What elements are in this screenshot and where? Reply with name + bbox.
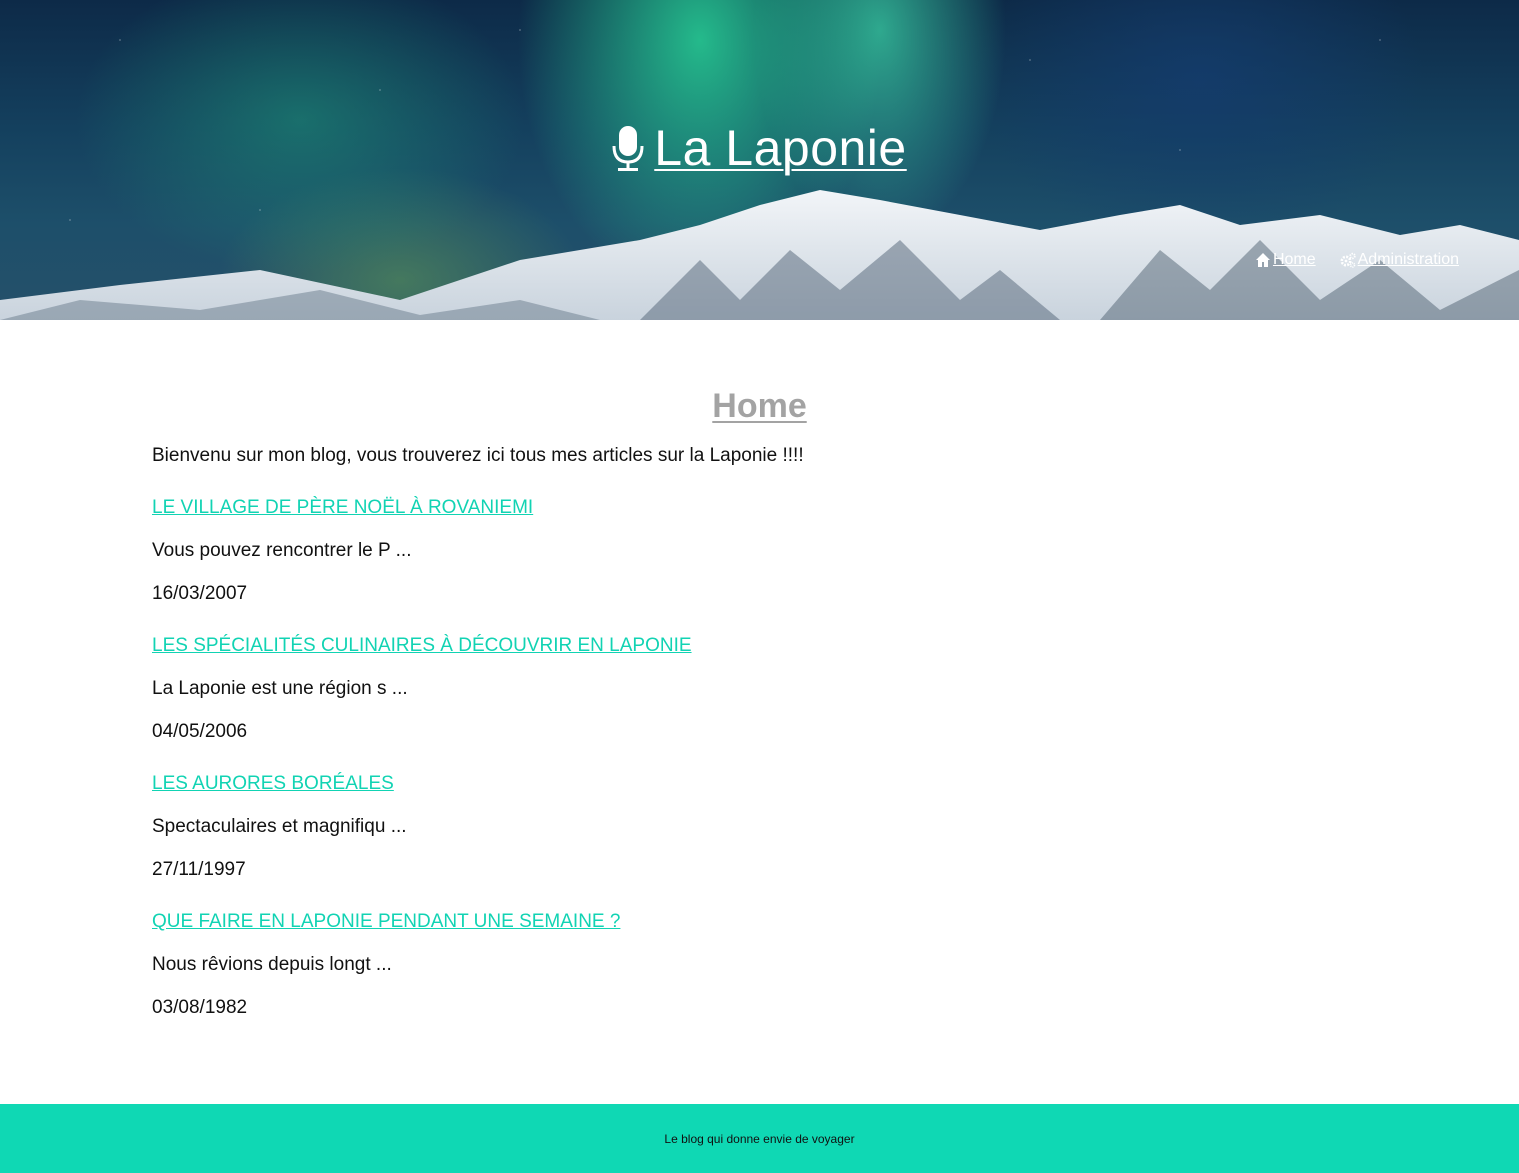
microphone-icon	[612, 126, 644, 171]
home-icon	[1255, 253, 1270, 267]
main-nav: Home Administration	[1255, 248, 1459, 272]
article-date: 16/03/2007	[152, 583, 248, 604]
article-item: LES AURORES BORÉALES Spectaculaires et m…	[152, 771, 1367, 883]
nav-item-home-label: Home	[1272, 251, 1316, 268]
article-title-link[interactable]: LES AURORES BORÉALES	[152, 771, 394, 797]
article-title-link[interactable]: LE VILLAGE DE PÈRE NOËL À ROVANIEMI	[152, 495, 533, 521]
article-item: LES SPÉCIALITÉS CULINAIRES À DÉCOUVRIR E…	[152, 633, 1367, 745]
site-title-link[interactable]: La Laponie	[612, 118, 906, 178]
header-banner: La Laponie Home Administration	[0, 0, 1519, 320]
main-content: Home Bienvenu sur mon blog, vous trouver…	[0, 320, 1519, 1104]
article-excerpt: La Laponie est une région s ...	[152, 678, 408, 699]
footer-text: Le blog qui donne envie de voyager	[664, 1131, 855, 1146]
article-item: QUE FAIRE EN LAPONIE PENDANT UNE SEMAINE…	[152, 909, 1367, 1021]
article-date: 27/11/1997	[152, 859, 246, 880]
article-excerpt: Nous rêvions depuis longt ...	[152, 954, 392, 975]
nav-item-administration[interactable]: Administration	[1340, 248, 1459, 272]
article-excerpt: Spectaculaires et magnifiqu ...	[152, 816, 407, 837]
footer: Le blog qui donne envie de voyager	[0, 1104, 1519, 1173]
article-item: LE VILLAGE DE PÈRE NOËL À ROVANIEMI Vous…	[152, 495, 1367, 607]
site-title-text: La Laponie	[654, 120, 907, 176]
article-excerpt: Vous pouvez rencontrer le P ...	[152, 540, 412, 561]
page-title: Home	[712, 387, 807, 425]
article-title-link[interactable]: QUE FAIRE EN LAPONIE PENDANT UNE SEMAINE…	[152, 909, 620, 935]
cogs-icon	[1340, 252, 1356, 268]
article-date: 04/05/2006	[152, 721, 248, 742]
site-title: La Laponie	[0, 118, 1519, 185]
intro-text: Bienvenu sur mon blog, vous trouverez ic…	[152, 445, 804, 466]
nav-item-administration-label: Administration	[1357, 251, 1459, 268]
nav-item-home[interactable]: Home	[1255, 248, 1316, 272]
article-title-link[interactable]: LES SPÉCIALITÉS CULINAIRES À DÉCOUVRIR E…	[152, 633, 692, 659]
article-date: 03/08/1982	[152, 997, 248, 1018]
